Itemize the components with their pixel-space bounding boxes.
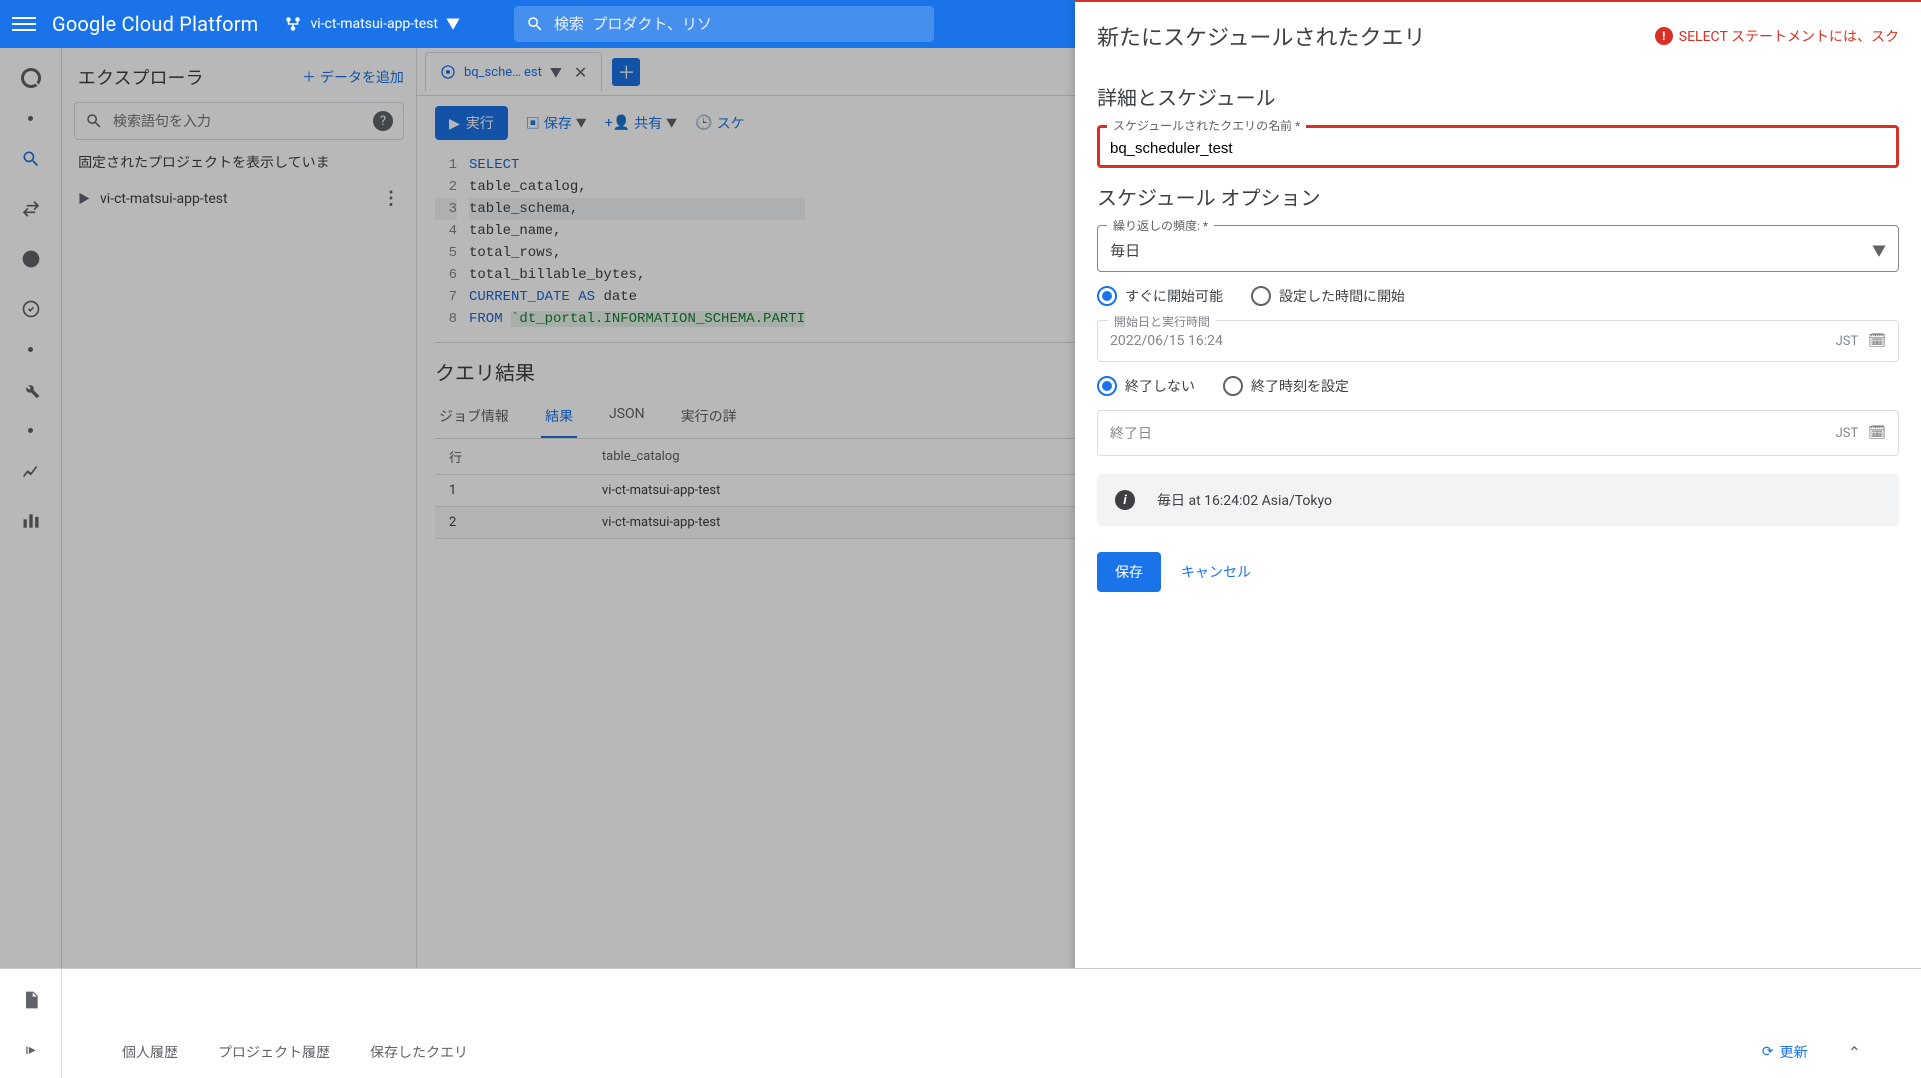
cancel-button[interactable]: キャンセル xyxy=(1181,562,1251,582)
tab-json[interactable]: JSON xyxy=(605,396,649,438)
pinned-message: 固定されたプロジェクトを表示していま xyxy=(62,146,416,182)
repeat-value: 毎日 xyxy=(1110,240,1872,261)
chevron-down-icon: ▼ xyxy=(1872,241,1886,261)
editor-tab[interactable]: bq_sche… est ▼ ✕ xyxy=(425,52,602,92)
project-name: vi-ct-matsui-app-test xyxy=(310,16,438,32)
plus-icon: ＋ xyxy=(302,67,316,87)
end-date-field[interactable]: 終了日 JST 🗓 xyxy=(1097,410,1899,456)
more-vert-icon[interactable]: ⋮ xyxy=(382,188,400,209)
search-icon xyxy=(526,15,544,33)
tab-job-info[interactable]: ジョブ情報 xyxy=(435,396,513,438)
radio-start-at[interactable]: 設定した時間に開始 xyxy=(1251,286,1405,306)
query-icon xyxy=(440,64,456,80)
chevron-down-icon: ▼ xyxy=(446,14,460,34)
bigquery-logo-icon[interactable] xyxy=(19,66,43,90)
schedule-menu[interactable]: 🕒スケ xyxy=(695,113,744,133)
tree-item-project[interactable]: ▶ vi-ct-matsui-app-test ⋮ xyxy=(62,182,416,215)
start-datetime-label: 開始日と実行時間 xyxy=(1108,313,1216,330)
radio-no-end[interactable]: 終了しない xyxy=(1097,376,1195,396)
play-icon: ▶ xyxy=(449,115,460,132)
analytics-icon[interactable] xyxy=(19,459,43,483)
section-details: 詳細とスケジュール xyxy=(1097,82,1899,111)
tab-results[interactable]: 結果 xyxy=(541,396,577,438)
refresh-icon: ⟳ xyxy=(1762,1044,1774,1060)
schedule-panel: 新たにスケジュールされたクエリ ! SELECT ステートメントには、スク 詳細… xyxy=(1075,0,1921,1078)
new-tab-button[interactable]: ＋ xyxy=(612,58,640,86)
expand-icon[interactable]: ⌃ xyxy=(1848,1043,1861,1062)
tree-item-label: vi-ct-matsui-app-test xyxy=(100,191,228,207)
chevron-down-icon: ▼ xyxy=(666,115,677,131)
duplicate-strip: ı▸ 個人履歴 プロジェクト履歴 保存したクエリ ⟳更新 ⌃ xyxy=(0,968,1921,1078)
explorer-search[interactable]: ? xyxy=(74,102,404,140)
search-nav-icon[interactable] xyxy=(19,147,43,171)
chevron-right-icon: ▶ xyxy=(78,190,90,207)
save-icon: ▣ xyxy=(526,113,540,133)
repeat-frequency-select[interactable]: 繰り返しの頻度: * 毎日 ▼ xyxy=(1097,225,1899,272)
leftnav: ı▸ xyxy=(0,48,62,1078)
global-search[interactable] xyxy=(514,6,934,42)
radio-end-at[interactable]: 終了時刻を設定 xyxy=(1223,376,1349,396)
gcp-logo: Google Cloud Platform xyxy=(52,12,258,36)
section-schedule: スケジュール オプション xyxy=(1097,182,1899,211)
start-datetime-value: 2022/06/15 16:24 xyxy=(1110,333,1223,349)
hamburger-icon[interactable] xyxy=(12,12,36,36)
search-input[interactable] xyxy=(554,16,922,33)
error-icon: ! xyxy=(1655,27,1673,45)
transfers-icon[interactable] xyxy=(19,197,43,221)
personal-history[interactable]: 個人履歴 xyxy=(122,1042,178,1062)
query-name-field[interactable]: スケジュールされたクエリの名前 * xyxy=(1097,125,1899,168)
add-data-button[interactable]: ＋データを追加 xyxy=(302,67,404,87)
refresh-button[interactable]: ⟳更新 xyxy=(1762,1042,1808,1062)
col-catalog: table_catalog xyxy=(588,439,1134,475)
info-icon: i xyxy=(1115,490,1135,510)
nav-dot xyxy=(28,116,33,121)
explorer-panel: エクスプローラ ＋データを追加 ? 固定されたプロジェクトを表示していま ▶ v… xyxy=(62,48,417,1078)
bi-engine-icon[interactable] xyxy=(19,509,43,533)
end-date-placeholder: 終了日 xyxy=(1110,423,1152,443)
chevron-down-icon[interactable]: ▼ xyxy=(550,64,562,81)
tab-execution[interactable]: 実行の詳 xyxy=(677,396,741,438)
explorer-search-input[interactable] xyxy=(113,113,363,129)
clock-icon: 🕒 xyxy=(695,115,712,131)
col-row: 行 xyxy=(435,439,588,475)
explorer-title: エクスプローラ xyxy=(78,64,203,90)
document-icon[interactable] xyxy=(21,990,41,1014)
line-gutter: 12345678 xyxy=(435,154,469,330)
scheduled-queries-icon[interactable] xyxy=(19,247,43,271)
start-datetime-field[interactable]: 開始日と実行時間 2022/06/15 16:24 JST 🗓 xyxy=(1097,320,1899,362)
schedule-info-box: i 毎日 at 16:24:02 Asia/Tokyo xyxy=(1097,474,1899,526)
calendar-icon[interactable]: 🗓 xyxy=(1868,333,1886,349)
project-picker[interactable]: vi-ct-matsui-app-test ▼ xyxy=(274,8,470,40)
saved-queries[interactable]: 保存したクエリ xyxy=(370,1042,468,1062)
project-history[interactable]: プロジェクト履歴 xyxy=(218,1042,330,1062)
code-area[interactable]: SELECT table_catalog, table_schema, tabl… xyxy=(469,154,805,330)
help-icon[interactable]: ? xyxy=(373,111,393,131)
calendar-icon[interactable]: 🗓 xyxy=(1868,425,1886,441)
panel-error: ! SELECT ステートメントには、スク xyxy=(1655,26,1899,46)
radio-start-now[interactable]: すぐに開始可能 xyxy=(1097,286,1223,306)
save-button[interactable]: 保存 xyxy=(1097,552,1161,592)
query-name-input[interactable] xyxy=(1110,140,1886,157)
project-icon xyxy=(284,15,302,33)
chevron-down-icon: ▼ xyxy=(576,115,587,131)
nav-dot xyxy=(28,428,33,433)
search-icon xyxy=(85,112,103,130)
share-icon: +👤 xyxy=(605,115,630,131)
timezone-label: JST xyxy=(1836,334,1859,349)
query-name-label: スケジュールされたクエリの名前 * xyxy=(1107,117,1306,134)
share-menu[interactable]: +👤共有▼ xyxy=(605,113,677,133)
wrench-icon[interactable] xyxy=(19,378,43,402)
save-menu[interactable]: ▣保存▼ xyxy=(526,113,587,133)
nav-dot xyxy=(28,347,33,352)
close-icon[interactable]: ✕ xyxy=(574,63,587,82)
panel-title: 新たにスケジュールされたクエリ xyxy=(1097,20,1635,52)
schedule-summary: 毎日 at 16:24:02 Asia/Tokyo xyxy=(1157,490,1332,510)
reservations-icon[interactable] xyxy=(19,297,43,321)
timezone-label: JST xyxy=(1836,426,1859,441)
collapse-icon[interactable]: ı▸ xyxy=(25,1042,36,1058)
tab-label: bq_sche… est xyxy=(464,65,542,80)
repeat-label: 繰り返しの頻度: * xyxy=(1107,217,1214,234)
run-button[interactable]: ▶実行 xyxy=(435,106,508,140)
